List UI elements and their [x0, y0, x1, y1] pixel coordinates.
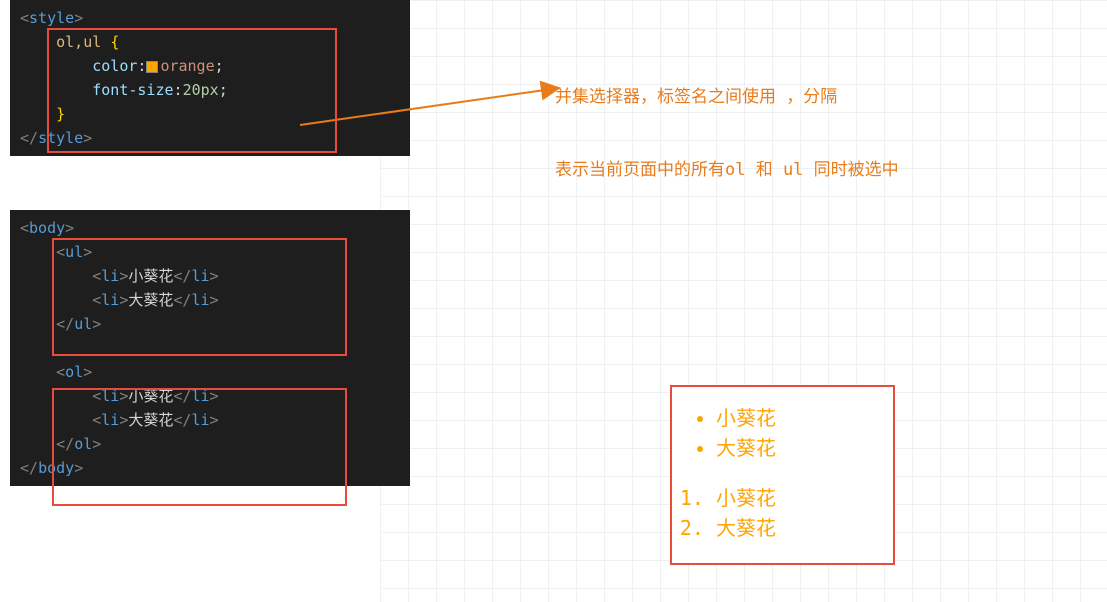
tag-ul-open: ul: [65, 243, 83, 261]
tag-ol-open: ol: [65, 363, 83, 381]
css-prop-fontsize: font-size: [92, 81, 173, 99]
color-swatch-icon: [146, 61, 158, 73]
li-text-2: 大葵花: [128, 291, 173, 309]
output-ol: 小葵花 大葵花: [686, 483, 879, 543]
css-selector: ol,ul: [56, 33, 101, 51]
li-text-1: 小葵花: [128, 267, 173, 285]
annotation-line-2: 表示当前页面中的所有ol 和 ul 同时被选中: [555, 155, 899, 180]
list-item: 小葵花: [716, 483, 879, 513]
code-body-block: <body> <ul> <li>小葵花</li> <li>大葵花</li> </…: [10, 210, 410, 486]
tag-style-close: style: [38, 129, 83, 147]
css-val-color: orange: [160, 57, 214, 75]
css-val-fontsize: 20px: [183, 81, 219, 99]
css-prop-color: color: [92, 57, 137, 75]
tag-ul-close: ul: [74, 315, 92, 333]
li-text-4: 大葵花: [128, 411, 173, 429]
tag-body-open: body: [29, 219, 65, 237]
li-text-3: 小葵花: [128, 387, 173, 405]
tag-style-open: style: [29, 9, 74, 27]
output-ul: 小葵花 大葵花: [686, 403, 879, 463]
rendered-output-box: 小葵花 大葵花 小葵花 大葵花: [670, 385, 895, 565]
annotation-line-1: 并集选择器，标签名之间使用 ，分隔: [555, 82, 837, 107]
list-item: 大葵花: [716, 513, 879, 543]
tag-ol-close: ol: [74, 435, 92, 453]
list-item: 大葵花: [716, 433, 879, 463]
list-item: 小葵花: [716, 403, 879, 433]
tag-body-close: body: [38, 459, 74, 477]
arrow-icon: [295, 60, 565, 140]
